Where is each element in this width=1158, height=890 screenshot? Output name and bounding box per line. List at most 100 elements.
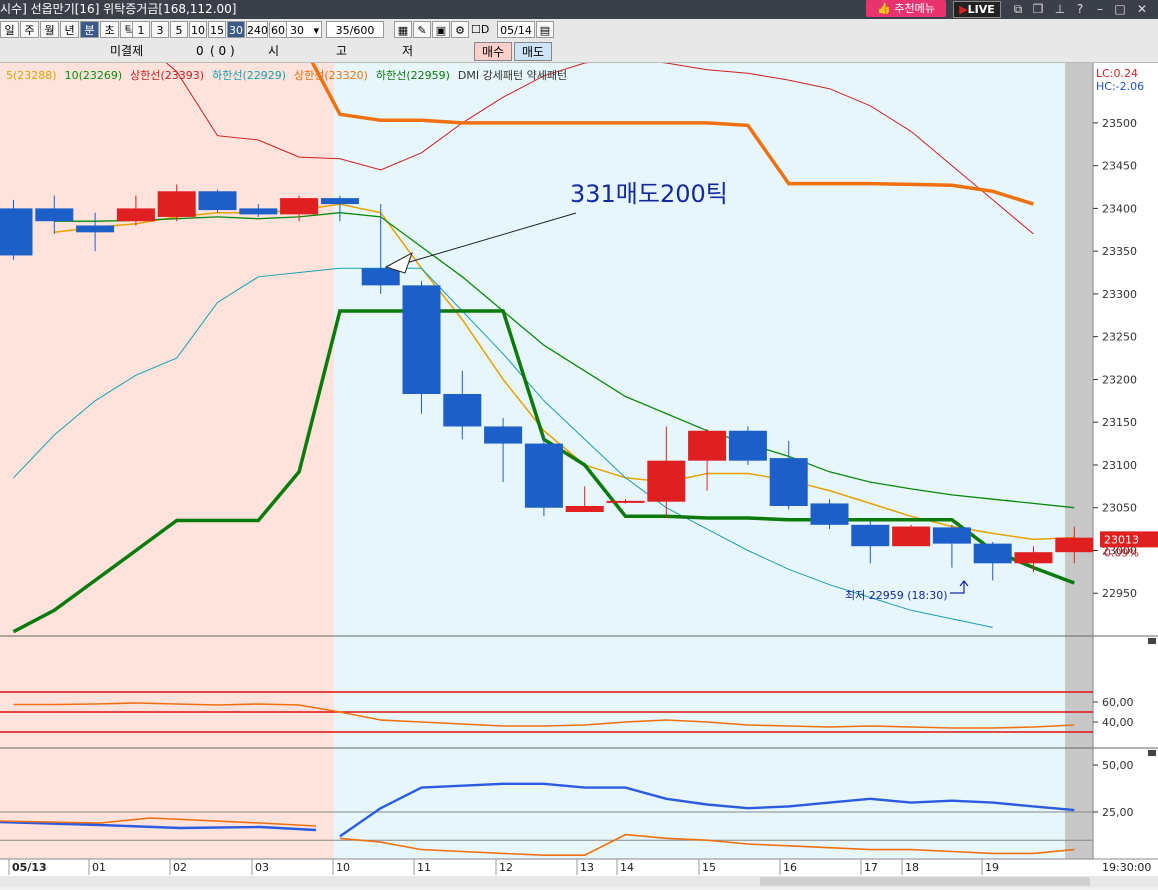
time-tick-label: 15 xyxy=(702,861,716,874)
time-tick-label: 19 xyxy=(985,861,999,874)
window-title: 시수] 선옵만기[16] 위탁증거금[168,112.00] xyxy=(0,2,237,16)
candle-body xyxy=(851,524,890,547)
window-layout-icon[interactable]: ⧉ xyxy=(1010,1,1026,17)
interval-button[interactable]: 10 xyxy=(189,21,207,38)
candle-body xyxy=(484,426,523,444)
date-field[interactable]: 05/14 xyxy=(497,21,535,38)
live-button[interactable]: ▶LIVE xyxy=(953,1,1001,18)
candle-body xyxy=(728,430,767,461)
candle-body xyxy=(688,430,727,461)
title-bar: 시수] 선옵만기[16] 위탁증거금[168,112.00] 👍 추천메뉴 ▶L… xyxy=(0,0,1158,19)
current-change-value: 0.09% xyxy=(1104,546,1139,559)
price-tick-label: 23200 xyxy=(1102,373,1137,386)
legend-entry: 5(23288) xyxy=(6,69,57,82)
open-label: 시 xyxy=(268,44,280,58)
interval-button[interactable]: 15 xyxy=(208,21,226,38)
sell-button[interactable]: 매도 xyxy=(514,42,552,61)
recommend-menu-button[interactable]: 👍 추천메뉴 xyxy=(866,0,946,17)
checkbox-icon: ☐ xyxy=(471,23,481,36)
grid-icon[interactable]: ▦ xyxy=(394,21,412,38)
buy-button[interactable]: 매수 xyxy=(474,42,512,61)
legend-entry: 상한선(23320) xyxy=(294,69,368,82)
time-tick-label: 03 xyxy=(255,861,269,874)
legend-entry: 하한선(22959) xyxy=(376,68,450,82)
period-button[interactable]: 초 xyxy=(100,21,119,38)
candle-body xyxy=(320,198,359,205)
price-tick-label: 23350 xyxy=(1102,245,1137,258)
unsettled-label: 미결제 xyxy=(110,44,144,58)
time-tick-label: 02 xyxy=(173,861,187,874)
high-label: 고 xyxy=(336,44,348,58)
period-button[interactable]: 분 xyxy=(80,21,99,38)
legend-entry: 하한선(22929) xyxy=(212,68,286,82)
period-button[interactable]: 월 xyxy=(40,21,59,38)
interval-button[interactable]: 1 xyxy=(132,21,150,38)
settings-gear-icon[interactable]: ⚙ xyxy=(451,21,469,38)
play-icon: ▶ xyxy=(959,3,968,16)
chart-area[interactable]: 22950 23000 23050 23100 23150 23200 23250 23300… xyxy=(0,36,1158,890)
unsettled-paren-value: ( 0 ) xyxy=(210,44,235,58)
price-tick-label: 23400 xyxy=(1102,202,1137,215)
pin-icon[interactable]: ⊥ xyxy=(1052,1,1068,17)
hc-label: HC:-2.06 xyxy=(1096,80,1144,93)
time-tick-label: 14 xyxy=(620,861,634,874)
panel-collapse-icon xyxy=(1148,638,1156,644)
candle-body xyxy=(769,458,808,507)
chart-toolbar: 일주월년분초틱 1 3 5 10 15 30 240 60 30 ▾ 35/600 ▦ ✎ ▣ … xyxy=(0,19,1158,42)
candle-body xyxy=(35,208,74,222)
candle-body xyxy=(1055,537,1094,553)
time-tick-label: 05/13 xyxy=(12,861,47,874)
candle xyxy=(810,499,849,530)
interval-button[interactable]: 60 xyxy=(269,21,287,38)
count-field[interactable]: 35/600 xyxy=(326,21,384,38)
current-price-value: 23013 xyxy=(1104,533,1139,546)
price-tick-label: 23500 xyxy=(1102,117,1137,130)
candle-body xyxy=(198,191,237,211)
interval-button[interactable]: 5 xyxy=(170,21,188,38)
time-tick-label: 12 xyxy=(499,861,513,874)
calendar-icon[interactable]: ▤ xyxy=(536,21,554,38)
low-price-label: 최저 22959 (18:30) xyxy=(845,589,948,602)
low-label: 저 xyxy=(402,44,414,58)
interval-button[interactable]: 3 xyxy=(151,21,169,38)
date-checkbox[interactable]: ☐D xyxy=(471,21,498,38)
copy-icon[interactable]: ❐ xyxy=(1030,1,1046,17)
legend-entry: 상한선(23393) xyxy=(130,69,204,82)
candle xyxy=(0,199,33,260)
candle-body xyxy=(647,460,686,502)
period-button[interactable]: 일 xyxy=(0,21,19,38)
lc-label: LC:0.24 xyxy=(1096,67,1138,80)
interval-button[interactable]: 240 xyxy=(246,21,268,38)
minimize-icon[interactable]: – xyxy=(1092,1,1108,17)
period-button[interactable]: 주 xyxy=(20,21,39,38)
candle xyxy=(728,426,767,465)
candle-body xyxy=(443,393,482,427)
price-tick-label: 23300 xyxy=(1102,288,1137,301)
interval-select[interactable]: 30 ▾ xyxy=(286,21,322,38)
legend-entry: DMI 강세패턴 약세패턴 xyxy=(458,68,567,82)
close-icon[interactable]: ✕ xyxy=(1134,1,1150,17)
interval-button[interactable]: 30 xyxy=(227,21,245,38)
order-bar: 미결제 0 ( 0 ) 시 고 저 매수 매도 xyxy=(0,41,1158,63)
scroll-gutter xyxy=(1065,63,1093,859)
time-tick-label: 18 xyxy=(905,861,919,874)
candle xyxy=(198,189,237,213)
candle-body xyxy=(239,208,278,215)
save-icon[interactable]: ▣ xyxy=(432,21,450,38)
time-tick-label: 13 xyxy=(580,861,594,874)
sub-tick-label: 60,00 xyxy=(1102,696,1134,709)
candle-body xyxy=(973,543,1012,564)
time-axis-current-label: 19:30:00 xyxy=(1102,861,1151,874)
candle-body xyxy=(810,503,849,525)
period-button[interactable]: 년 xyxy=(60,21,79,38)
draw-icon[interactable]: ✎ xyxy=(413,21,431,38)
candle-body xyxy=(892,526,931,547)
maximize-icon[interactable]: □ xyxy=(1112,1,1128,17)
price-tick-label: 22950 xyxy=(1102,587,1137,600)
thumbs-up-icon: 👍 xyxy=(877,2,895,15)
help-icon[interactable]: ? xyxy=(1072,1,1088,17)
candlestick-chart[interactable]: 2295023000230502310023150232002325023300… xyxy=(0,36,1158,887)
sub-tick-label: 40,00 xyxy=(1102,716,1134,729)
price-tick-label: 23050 xyxy=(1102,502,1137,515)
candle-body xyxy=(524,443,563,508)
